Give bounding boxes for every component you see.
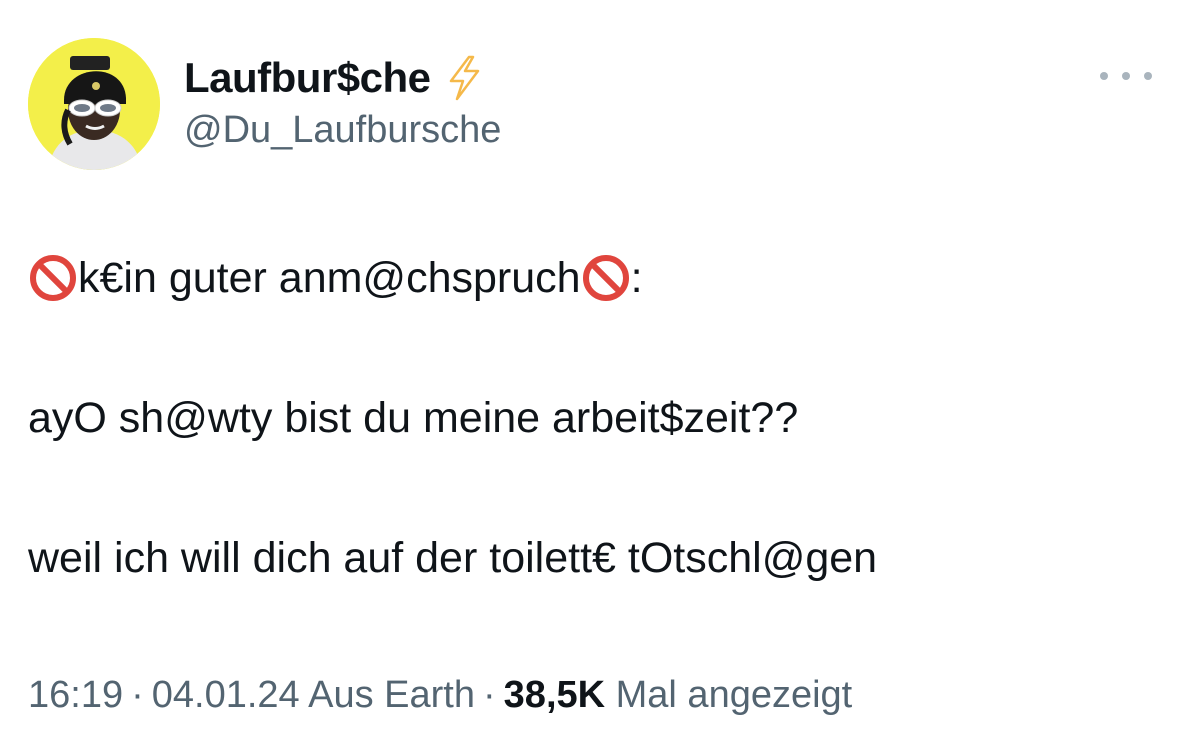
tweet-line-1-text: k€in guter anm@chspruch (78, 254, 581, 302)
tweet-time[interactable]: 16:19 (28, 674, 123, 716)
display-name-text: Laufbur$che (184, 54, 431, 101)
meta-separator: · (131, 674, 144, 716)
more-options-button[interactable] (1100, 62, 1152, 90)
tweet-text-line-2: ayO sh@wty bist du meine arbeit$zeit?? (28, 394, 799, 442)
no-entry-icon (581, 253, 631, 303)
tweet-date[interactable]: 04.01.24 (152, 674, 300, 716)
tweet: Laufbur$che @Du_Laufbursche k€in guter a… (0, 0, 1179, 746)
lightning-bolt-icon (445, 55, 483, 101)
views-label: Mal angezeigt (615, 674, 853, 716)
tweet-line-1-suffix: : (630, 254, 643, 302)
tweet-meta: 16:19 · 04.01.24 Aus Earth · 38,5K Mal angez… (28, 670, 852, 720)
display-name[interactable]: Laufbur$che (184, 52, 483, 104)
meta-separator: · (483, 674, 496, 716)
tweet-source: Aus Earth (308, 674, 476, 716)
views-count[interactable]: 38,5K (504, 674, 605, 716)
tweet-text-line-3: weil ich will dich auf der toilett€ tOts… (28, 534, 878, 582)
more-dot (1122, 72, 1130, 80)
no-entry-icon (28, 253, 78, 303)
tweet-text-line-1: k€in guter anm@chspruch : (28, 250, 643, 306)
avatar[interactable] (28, 38, 160, 170)
more-dot (1144, 72, 1152, 80)
more-dot (1100, 72, 1108, 80)
user-handle[interactable]: @Du_Laufbursche (184, 106, 501, 154)
